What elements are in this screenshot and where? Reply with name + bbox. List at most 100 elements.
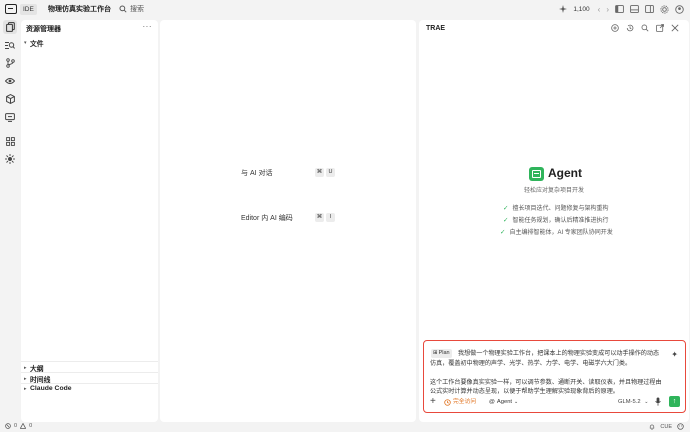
search-label: 搜索 [130, 6, 144, 13]
forward-arrow-icon[interactable]: › [606, 5, 609, 14]
feature-item: ✓ 擅长项目迭代、问题修复与架构重构 [503, 203, 609, 213]
shortcut-key: ⌘ [315, 213, 324, 222]
feature-item: ✓ 自主编排智能体，AI 专家团队协同开发 [500, 227, 613, 237]
more-actions-icon[interactable]: ··· [143, 22, 153, 31]
chat-input-box[interactable]: 我想做一个物理实验工作台，把课本上的物理实验变成可以动手操作的动态仿真，覆盖初中… [423, 340, 686, 413]
feature-text: 自主编排智能体，AI 专家团队协同开发 [509, 230, 613, 236]
ide-mode-badge[interactable]: IDE [20, 4, 37, 15]
activity-debug[interactable] [3, 152, 17, 166]
hint-inline-ai-label: Editor 内 AI 编码 [241, 215, 293, 222]
claude-code-header: ▸ Claude Code [24, 385, 72, 392]
explorer-panel: 资源管理器 ··· ▾ 文件 ▸ 大纲 ▸ 时间线 ▸ Claude Code [21, 20, 158, 422]
activity-remote[interactable] [3, 110, 17, 124]
feature-text: 智能任务规划，确认后精准推进执行 [512, 218, 609, 224]
plan-label: Plan [438, 350, 450, 356]
bell-icon[interactable] [649, 424, 655, 430]
agent-select-label: Agent [496, 399, 513, 405]
eye-icon [5, 78, 15, 84]
layout-panel-icon[interactable] [630, 5, 639, 13]
timeline-section[interactable]: ▸ 时间线 [21, 372, 158, 384]
new-chat-icon[interactable] [611, 24, 619, 32]
access-mode-button[interactable]: 完全访问 [444, 397, 476, 407]
open-external-icon[interactable] [656, 24, 664, 32]
account-icon[interactable] [675, 4, 684, 14]
activity-preview[interactable] [3, 74, 17, 88]
chevron-down-icon: ⌄ [644, 399, 649, 405]
check-icon: ✓ [500, 228, 506, 236]
send-button[interactable]: ↑ [669, 396, 680, 407]
credits-count[interactable]: 1,100 [573, 6, 589, 13]
grid-icon [5, 136, 15, 146]
at-icon: @ [489, 399, 495, 405]
close-icon[interactable] [671, 24, 679, 32]
back-arrow-icon[interactable]: ‹ [598, 5, 601, 14]
check-icon: ✓ [503, 216, 509, 224]
clock-icon [444, 398, 451, 406]
search-box[interactable]: 搜索 [119, 3, 144, 15]
add-context-icon[interactable]: + [430, 396, 436, 408]
microphone-icon[interactable] [655, 397, 661, 410]
activity-explorer[interactable] [3, 20, 17, 34]
feature-text: 擅长项目迭代、问题修复与架构重构 [512, 206, 609, 212]
project-name[interactable]: 物理仿真实验工作台 [48, 4, 111, 15]
activity-search[interactable] [3, 38, 17, 52]
plan-mode-badge[interactable]: ⊞ Plan [431, 349, 452, 358]
files-section-label: 文件 [30, 41, 44, 48]
app-logo-icon [5, 4, 17, 14]
agent-select-button[interactable]: @ Agent ⌄ [489, 397, 518, 407]
feedback-icon[interactable] [677, 423, 684, 430]
panel-title: TRAE [426, 25, 446, 32]
titlebar-actions: 1,100 ‹ › [559, 2, 684, 16]
activity-extensions[interactable] [3, 92, 17, 106]
model-select[interactable]: GLM-5.2 ⌄ [618, 397, 648, 407]
chat-input-paragraph: 这个工作台要像真实实验一样，可以调节参数、通断开关、读取仪表，并且物理过程由公式… [430, 378, 662, 396]
hint-chat-label: 与 AI 对话 [241, 170, 273, 177]
feature-item: ✓ 智能任务规划，确认后精准推进执行 [503, 215, 609, 225]
claude-code-section[interactable]: ▸ Claude Code [21, 383, 158, 393]
model-label: GLM-5.2 [618, 399, 641, 405]
arrow-up-icon: ↑ [672, 398, 677, 405]
layout-sidebar-left-icon[interactable] [615, 5, 624, 13]
mic-glyph [655, 397, 661, 406]
source-control-icon [5, 58, 15, 68]
encoding-label[interactable]: CUE [660, 424, 672, 430]
outline-section[interactable]: ▸ 大纲 [21, 361, 158, 373]
title-bar: IDE 物理仿真实验工作台 ⌄ 搜索 1,100 ‹ › [0, 0, 690, 18]
activity-bar [0, 18, 20, 422]
layout-sidebar-right-icon[interactable] [645, 5, 654, 13]
panel-toolbar [611, 24, 679, 32]
check-icon: ✓ [503, 204, 509, 212]
sparkle-bug-icon [5, 154, 15, 164]
extensions-box-icon [5, 94, 15, 104]
files-section-header[interactable]: ▾ 文件 [24, 38, 44, 48]
search-list-icon [5, 41, 15, 49]
warning-count: 0 [29, 423, 33, 429]
remote-icon [5, 112, 15, 122]
files-icon [5, 22, 15, 32]
explorer-title: 资源管理器 [26, 26, 61, 33]
error-icon [5, 423, 11, 429]
access-mode-label: 完全访问 [453, 399, 477, 405]
error-count: 0 [14, 423, 18, 429]
plan-grid-icon: ⊞ [433, 350, 438, 356]
claude-code-label: Claude Code [30, 385, 72, 392]
agent-name: Agent [548, 166, 582, 180]
activity-source-control[interactable] [3, 56, 17, 70]
chevron-down-icon[interactable]: ⌄ [107, 4, 112, 15]
shortcut-key: I [326, 213, 335, 222]
sparkle-icon [559, 5, 568, 13]
chat-input-paragraph: 我想做一个物理实验工作台，把课本上的物理实验变成可以动手操作的动态仿真，覆盖初中… [430, 350, 660, 367]
enhance-prompt-icon[interactable]: ✦ [671, 350, 678, 359]
status-bar: 0 0 CUE [0, 422, 690, 432]
activity-apps[interactable] [3, 134, 17, 148]
shortcut-key: ⌘ [315, 168, 324, 177]
search-icon[interactable] [641, 24, 649, 32]
history-icon[interactable] [626, 24, 634, 32]
settings-gear-icon[interactable] [660, 4, 669, 14]
warning-icon [20, 423, 27, 429]
chevron-down-icon: ⌄ [514, 399, 519, 405]
shortcut-key: U [326, 168, 335, 177]
problems-indicator[interactable]: 0 0 [5, 423, 32, 429]
editor-area[interactable]: 与 AI 对话 ⌘ U Editor 内 AI 编码 ⌘ I [160, 20, 416, 422]
search-icon [119, 5, 127, 13]
